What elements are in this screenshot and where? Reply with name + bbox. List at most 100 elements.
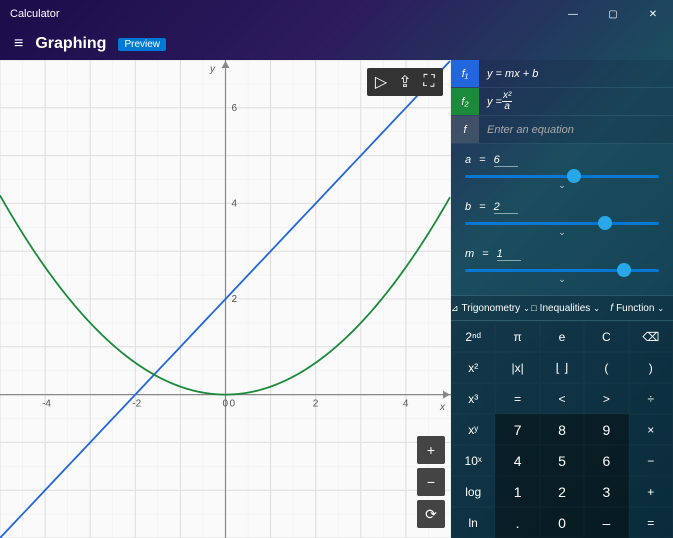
key-.[interactable]: . (495, 507, 539, 538)
equation-body[interactable]: Enter an equation (479, 116, 673, 143)
slider-m: m=1 ⌄ (465, 248, 659, 285)
key-10ˣ[interactable]: 10ˣ (451, 445, 495, 476)
slider-label: m=1 (465, 248, 659, 261)
key-4[interactable]: 4 (495, 445, 539, 476)
key-⌊ ⌋[interactable]: ⌊ ⌋ (540, 352, 584, 383)
slider-panel: a=6 ⌄ b=2 ⌄ m=1 ⌄ (451, 144, 673, 295)
key-=[interactable]: = (629, 507, 673, 538)
svg-text:0: 0 (230, 399, 236, 410)
key-xʸ[interactable]: xʸ (451, 414, 495, 445)
equation-tab[interactable]: f₂ (451, 88, 479, 115)
key-5[interactable]: 5 (540, 445, 584, 476)
zoom-reset-button[interactable]: ⟳ (417, 500, 445, 528)
key-=[interactable]: = (495, 383, 539, 414)
key-×[interactable]: × (629, 414, 673, 445)
svg-text:6: 6 (232, 103, 238, 114)
key-0[interactable]: 0 (540, 507, 584, 538)
key-e[interactable]: e (540, 321, 584, 352)
chevron-down-icon[interactable]: ⌄ (465, 227, 659, 238)
function-button[interactable]: fFunction⌄ (601, 296, 673, 320)
chart-plot: -4-20242460 (0, 60, 451, 538)
key-π[interactable]: π (495, 321, 539, 352)
key-2[interactable]: 2 (540, 476, 584, 507)
svg-text:2: 2 (232, 294, 238, 305)
slider-b: b=2 ⌄ (465, 201, 659, 238)
svg-text:4: 4 (232, 198, 238, 209)
key-7[interactable]: 7 (495, 414, 539, 445)
equation-body[interactable]: y = x²a (479, 88, 673, 115)
title-bar: Calculator — ▢ ✕ (0, 0, 673, 28)
chevron-down-icon[interactable]: ⌄ (465, 180, 659, 191)
slider-handle[interactable] (567, 169, 581, 183)
slider-value[interactable]: 1 (497, 248, 521, 261)
y-axis-label: y (210, 64, 215, 75)
mode-title: Graphing (35, 35, 106, 53)
svg-text:4: 4 (403, 399, 409, 410)
slider-track[interactable] (465, 222, 659, 225)
app-title: Calculator (10, 8, 60, 20)
key-9[interactable]: 9 (584, 414, 628, 445)
window-controls: — ▢ ✕ (553, 0, 673, 28)
minimize-button[interactable]: — (553, 0, 593, 28)
key-2ⁿᵈ[interactable]: 2ⁿᵈ (451, 321, 495, 352)
equation-row[interactable]: f₂y = x²a (451, 88, 673, 116)
key->[interactable]: > (584, 383, 628, 414)
slider-label: b=2 (465, 201, 659, 214)
key-x²[interactable]: x² (451, 352, 495, 383)
keypad: 2ⁿᵈπeC⌫x²|x|⌊ ⌋()x³=<>÷xʸ789×10ˣ456−log1… (451, 321, 673, 538)
key-3[interactable]: 3 (584, 476, 628, 507)
slider-value[interactable]: 6 (494, 154, 518, 167)
settings-tool-icon[interactable]: ⛶ (417, 72, 441, 92)
slider-handle[interactable] (598, 216, 612, 230)
equation-row[interactable]: f₁y = mx + b (451, 60, 673, 88)
zoom-in-button[interactable]: + (417, 436, 445, 464)
cursor-tool-icon[interactable]: ▷ (369, 72, 393, 92)
side-panel: f₁y = mx + bf₂y = x²afEnter an equation … (451, 60, 673, 538)
share-tool-icon[interactable]: ⇪ (393, 72, 417, 92)
key-x³[interactable]: x³ (451, 383, 495, 414)
key-−[interactable]: − (629, 445, 673, 476)
key-c[interactable]: C (584, 321, 628, 352)
key-⌫[interactable]: ⌫ (629, 321, 673, 352)
menu-icon[interactable]: ≡ (14, 35, 23, 53)
svg-text:2: 2 (313, 399, 319, 410)
trigonometry-button[interactable]: ⊿Trigonometry⌄ (451, 296, 530, 320)
key-ln[interactable]: ln (451, 507, 495, 538)
inequalities-button[interactable]: □Inequalities⌄ (530, 296, 602, 320)
equation-row[interactable]: fEnter an equation (451, 116, 673, 144)
key-+[interactable]: + (629, 476, 673, 507)
x-axis-label: x (440, 402, 445, 413)
key-|x|[interactable]: |x| (495, 352, 539, 383)
equation-tab[interactable]: f (451, 116, 479, 143)
zoom-out-button[interactable]: − (417, 468, 445, 496)
slider-label: a=6 (465, 154, 659, 167)
slider-track[interactable] (465, 269, 659, 272)
key-<[interactable]: < (540, 383, 584, 414)
key-÷[interactable]: ÷ (629, 383, 673, 414)
slider-a: a=6 ⌄ (465, 154, 659, 191)
equation-tab[interactable]: f₁ (451, 60, 479, 87)
zoom-controls: + − ⟳ (417, 436, 445, 528)
preview-badge: Preview (118, 38, 166, 51)
key-1[interactable]: 1 (495, 476, 539, 507)
maximize-button[interactable]: ▢ (593, 0, 633, 28)
slider-track[interactable] (465, 175, 659, 178)
slider-handle[interactable] (617, 263, 631, 277)
svg-text:-4: -4 (42, 399, 51, 410)
close-button[interactable]: ✕ (633, 0, 673, 28)
graph-tools: ▷ ⇪ ⛶ (367, 68, 443, 96)
equation-body[interactable]: y = mx + b (479, 60, 673, 87)
key-6[interactable]: 6 (584, 445, 628, 476)
key-log[interactable]: log (451, 476, 495, 507)
key-–[interactable]: – (584, 507, 628, 538)
app-header: ≡ Graphing Preview (0, 28, 673, 60)
chevron-down-icon[interactable]: ⌄ (465, 274, 659, 285)
graph-canvas[interactable]: -4-20242460 y x ▷ ⇪ ⛶ + − ⟳ (0, 60, 451, 538)
key-([interactable]: ( (584, 352, 628, 383)
function-toolbar: ⊿Trigonometry⌄ □Inequalities⌄ fFunction⌄ (451, 295, 673, 321)
svg-text:-2: -2 (132, 399, 141, 410)
slider-value[interactable]: 2 (494, 201, 518, 214)
key-)[interactable]: ) (629, 352, 673, 383)
key-8[interactable]: 8 (540, 414, 584, 445)
equation-list: f₁y = mx + bf₂y = x²afEnter an equation (451, 60, 673, 144)
